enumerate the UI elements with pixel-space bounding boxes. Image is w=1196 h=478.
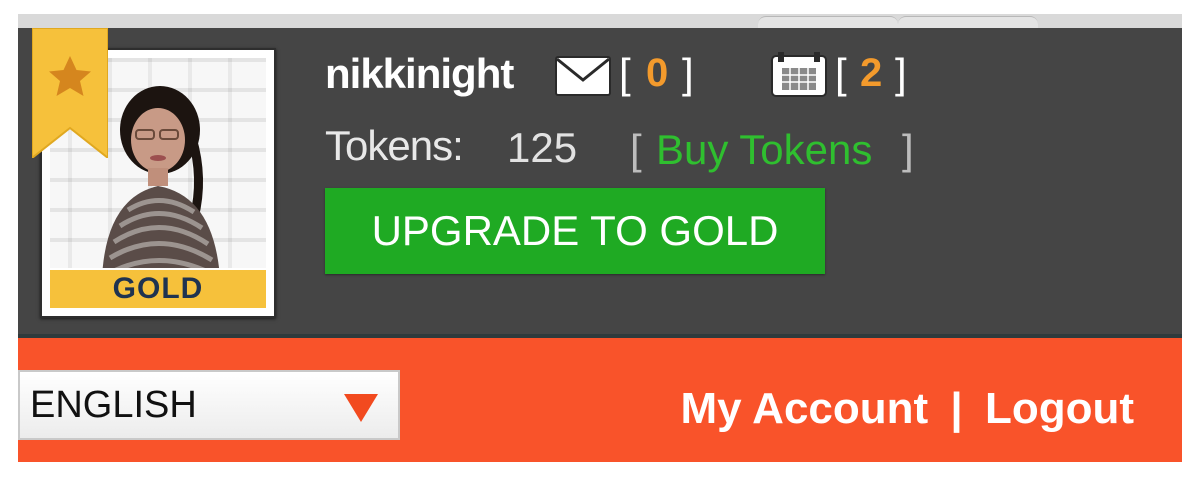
calendar-count[interactable]: 2 — [860, 51, 882, 96]
logout-link[interactable]: Logout — [985, 384, 1134, 433]
calendar-icon[interactable] — [770, 52, 828, 98]
user-header: GOLD nikkinight [ 0 ] [2] Tokens: 125 … — [18, 28, 1182, 338]
language-selected-value: ENGLISH — [30, 384, 197, 426]
tokens-value: 125 — [507, 124, 578, 171]
account-links: My Account | Logout — [680, 384, 1134, 434]
bracket-close: ] — [682, 50, 694, 97]
username[interactable]: nikkinight — [325, 50, 514, 98]
buy-tokens-link[interactable]: Buy Tokens — [656, 126, 872, 174]
upgrade-to-gold-button[interactable]: UPGRADE TO GOLD — [325, 188, 825, 274]
top-tab-strip — [18, 14, 1182, 29]
bracket-close: ] — [902, 126, 914, 173]
triangle-down-icon[interactable] — [342, 392, 380, 424]
my-account-link[interactable]: My Account — [680, 384, 928, 433]
membership-badge: GOLD — [50, 270, 266, 308]
star-ribbon-icon — [32, 28, 108, 158]
language-select[interactable]: ENGLISH — [18, 370, 400, 440]
bracket-open: [ — [630, 126, 642, 173]
link-separator: | — [950, 384, 963, 433]
bracket-open: [ — [835, 50, 847, 97]
page: GOLD nikkinight [ 0 ] [2] Tokens: 125 … — [0, 0, 1196, 478]
tokens-label: Tokens: — [325, 122, 464, 169]
messages-count[interactable]: 0 — [646, 51, 668, 96]
nav-bar: ENGLISH My Account | Logout — [18, 338, 1182, 462]
bracket-close: ] — [895, 50, 907, 97]
bracket-open: [ — [619, 50, 631, 97]
mail-icon[interactable] — [555, 56, 611, 96]
